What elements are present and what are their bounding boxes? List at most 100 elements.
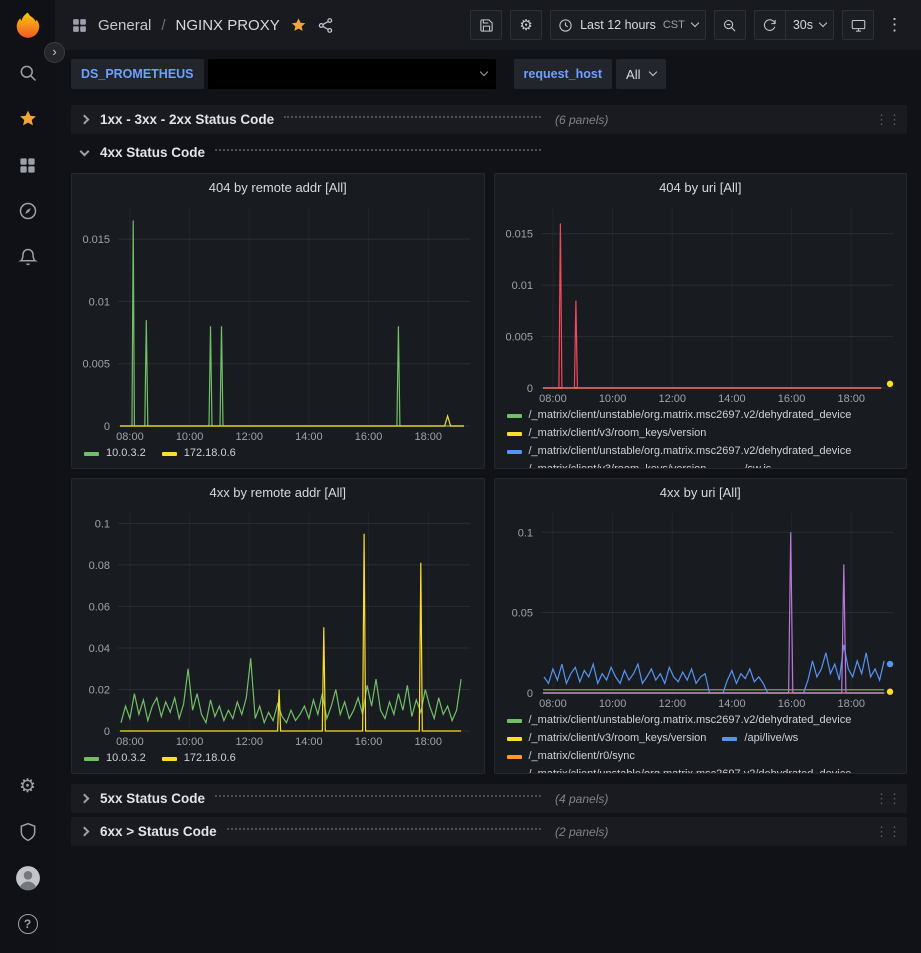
- legend-swatch: [507, 719, 522, 723]
- row-drag-handle-icon[interactable]: ⋮⋮: [875, 791, 901, 807]
- starred-dashboards-icon[interactable]: [0, 96, 55, 142]
- row-drag-handle-icon[interactable]: ⋮⋮: [875, 112, 901, 128]
- svg-text:0.015: 0.015: [505, 229, 533, 241]
- legend-item[interactable]: /_matrix/client/v3/room_keys/version: [507, 731, 707, 746]
- panel-title[interactable]: 404 by remote addr [All]: [72, 174, 484, 200]
- dashboard-row-6xx[interactable]: 6xx > Status Code (2 panels) ⋮⋮: [71, 817, 907, 846]
- navbar: General / NGINX PROXY ⚙: [55, 0, 921, 50]
- panel-legend: 10.0.3.2 172.18.0.6: [72, 444, 484, 468]
- row-panel-count: (4 panels): [555, 792, 608, 806]
- legend-item[interactable]: /_matrix/client/unstable/org.matrix.msc2…: [507, 408, 852, 423]
- row-title: 4xx Status Code: [100, 145, 205, 160]
- legend-item[interactable]: 172.18.0.6: [162, 446, 236, 461]
- breadcrumb-section[interactable]: General: [98, 17, 151, 34]
- legend-item[interactable]: /_matrix/client/unstable/org.matrix.msc2…: [507, 713, 852, 728]
- share-icon[interactable]: [317, 17, 334, 34]
- chart-plot-area[interactable]: 08:0010:0012:0014:0016:0018:0000.0050.01…: [72, 200, 484, 444]
- save-dashboard-button[interactable]: [470, 10, 502, 40]
- dashboard-row-5xx[interactable]: 5xx Status Code (4 panels) ⋮⋮: [71, 784, 907, 813]
- sidebar-expand-button[interactable]: ›: [44, 42, 65, 63]
- grafana-logo[interactable]: [0, 0, 55, 50]
- grafana-app: ⚙ ? › General / NGINX PROXY: [0, 0, 921, 953]
- svg-text:14:00: 14:00: [718, 393, 746, 405]
- chart-plot-area[interactable]: 08:0010:0012:0014:0016:0018:0000.020.040…: [72, 505, 484, 749]
- kebab-menu-icon[interactable]: ⋮: [882, 15, 907, 35]
- legend-item[interactable]: 10.0.3.2: [84, 446, 146, 461]
- chart-plot-area[interactable]: 08:0010:0012:0014:0016:0018:0000.050.1: [495, 505, 907, 711]
- datasource-variable-label[interactable]: DS_PROMETHEUS: [71, 59, 204, 89]
- panel-title[interactable]: 404 by uri [All]: [495, 174, 907, 200]
- legend-item[interactable]: 10.0.3.2: [84, 751, 146, 766]
- row-left: 4xx Status Code: [77, 145, 551, 160]
- request-host-variable-value[interactable]: All: [616, 59, 666, 89]
- row-left: 1xx - 3xx - 2xx Status Code: [77, 112, 551, 127]
- legend-item[interactable]: /_matrix/client/unstable/org.matrix.msc2…: [507, 767, 852, 774]
- legend-swatch: [507, 468, 522, 470]
- legend-item[interactable]: /_matrix/client/r0/sync: [507, 749, 635, 764]
- refresh-group: 30s: [754, 10, 834, 40]
- datasource-variable-value[interactable]: [208, 59, 496, 89]
- dashboard-row-1xx-3xx-2xx[interactable]: 1xx - 3xx - 2xx Status Code (6 panels) ⋮…: [71, 105, 907, 134]
- legend-swatch: [162, 452, 177, 456]
- legend-item[interactable]: /_matrix/client/v3/room_keys/version: [507, 462, 707, 469]
- svg-text:08:00: 08:00: [539, 393, 567, 405]
- panel-4xx-by-uri: 4xx by uri [All] 08:0010:0012:0014:0016:…: [494, 478, 908, 774]
- legend-item[interactable]: /_matrix/client/unstable/org.matrix.msc2…: [507, 444, 852, 459]
- legend-swatch: [507, 450, 522, 454]
- svg-text:16:00: 16:00: [355, 736, 383, 748]
- request-host-variable-label[interactable]: request_host: [514, 59, 613, 89]
- zoom-out-button[interactable]: [714, 10, 746, 40]
- row-dotted-leader: [215, 795, 541, 797]
- svg-text:0.02: 0.02: [89, 684, 110, 696]
- svg-text:0: 0: [104, 726, 110, 738]
- svg-text:10:00: 10:00: [598, 393, 626, 405]
- row-left: 5xx Status Code: [77, 791, 551, 806]
- refresh-interval-dropdown[interactable]: 30s: [786, 10, 834, 40]
- legend-item[interactable]: 172.18.0.6: [162, 751, 236, 766]
- svg-text:0.1: 0.1: [517, 527, 532, 539]
- dashboard-settings-button[interactable]: ⚙: [510, 10, 542, 40]
- svg-text:0.08: 0.08: [89, 560, 110, 572]
- tv-kiosk-button[interactable]: [842, 10, 874, 40]
- chevron-down-icon: [479, 68, 487, 76]
- legend-label: /_matrix/client/unstable/org.matrix.msc2…: [529, 767, 852, 774]
- legend-label: /_matrix/client/unstable/org.matrix.msc2…: [529, 408, 852, 423]
- panel-legend: /_matrix/client/unstable/org.matrix.msc2…: [495, 406, 907, 469]
- panel-title[interactable]: 4xx by uri [All]: [495, 479, 907, 505]
- sidebar-bottom: ⚙ ?: [0, 763, 55, 947]
- row-dotted-leader: [284, 116, 541, 118]
- svg-text:0.005: 0.005: [82, 359, 110, 371]
- svg-text:12:00: 12:00: [658, 698, 686, 710]
- panel-grid: 404 by remote addr [All] 08:0010:0012:00…: [71, 173, 907, 774]
- dashboards-icon[interactable]: [0, 142, 55, 188]
- chart-plot-area[interactable]: 08:0010:0012:0014:0016:0018:0000.0050.01…: [495, 200, 907, 406]
- svg-text:18:00: 18:00: [414, 431, 442, 443]
- help-icon[interactable]: ?: [0, 901, 55, 947]
- time-range-picker[interactable]: Last 12 hours CST: [550, 10, 706, 40]
- row-title: 5xx Status Code: [100, 791, 205, 806]
- legend-item[interactable]: /sw.js: [722, 462, 771, 469]
- svg-text:12:00: 12:00: [235, 431, 263, 443]
- explore-compass-icon[interactable]: [0, 188, 55, 234]
- configuration-gear-icon[interactable]: ⚙: [0, 763, 55, 809]
- row-left: 6xx > Status Code: [77, 824, 551, 839]
- dashboard-row-4xx[interactable]: 4xx Status Code: [71, 138, 907, 167]
- panel-legend: /_matrix/client/unstable/org.matrix.msc2…: [495, 711, 907, 774]
- favorite-star-icon[interactable]: [290, 17, 307, 34]
- avatar[interactable]: [0, 855, 55, 901]
- server-admin-shield-icon[interactable]: [0, 809, 55, 855]
- svg-text:08:00: 08:00: [116, 431, 144, 443]
- row-drag-handle-icon[interactable]: ⋮⋮: [875, 824, 901, 840]
- refresh-button[interactable]: [754, 10, 786, 40]
- legend-swatch: [722, 468, 737, 470]
- legend-swatch: [507, 737, 522, 741]
- legend-label: /_matrix/client/v3/room_keys/version: [529, 462, 707, 469]
- svg-text:0.005: 0.005: [505, 332, 533, 344]
- svg-text:16:00: 16:00: [777, 698, 805, 710]
- legend-item[interactable]: /_matrix/client/v3/room_keys/version: [507, 426, 707, 441]
- svg-text:0.1: 0.1: [95, 518, 110, 530]
- legend-item[interactable]: /api/live/ws: [722, 731, 798, 746]
- panel-title[interactable]: 4xx by remote addr [All]: [72, 479, 484, 505]
- alerting-bell-icon[interactable]: [0, 234, 55, 280]
- page-title[interactable]: NGINX PROXY: [176, 17, 280, 34]
